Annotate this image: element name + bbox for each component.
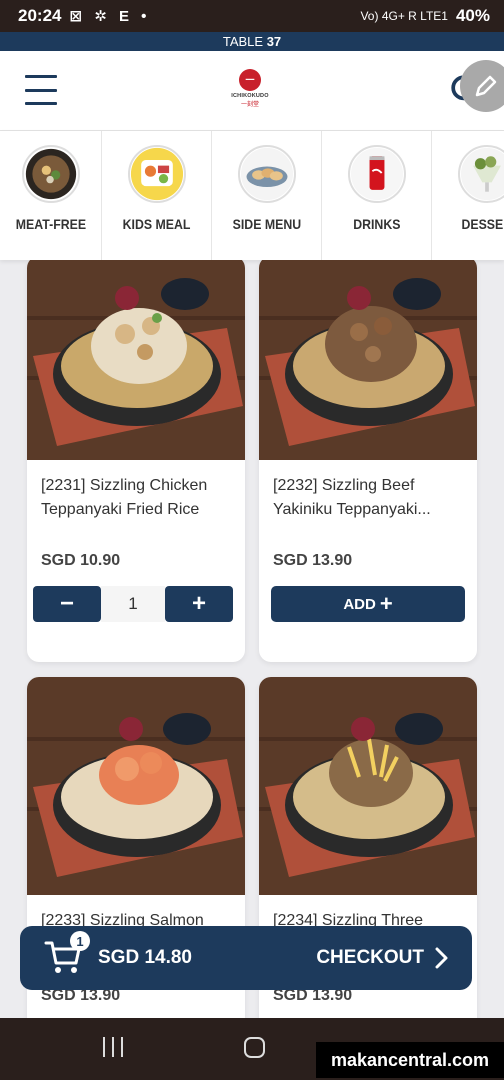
table-banner: TABLE 37 (0, 32, 504, 51)
product-title: [2232] Sizzling Beef Yakiniku Teppanyaki… (273, 477, 431, 518)
quantity-value: 1 (101, 586, 165, 622)
cart-count-badge: 1 (70, 931, 90, 951)
product-grid: [2231] Sizzling Chicken Teppanyaki Fried… (0, 260, 504, 1020)
cola-can-icon (347, 145, 406, 203)
status-time: 20:24 (18, 6, 62, 25)
recents-icon[interactable] (103, 1037, 123, 1057)
product-card[interactable]: [2231] Sizzling Chicken Teppanyaki Fried… (27, 260, 245, 662)
logo-subtext: 一刻堂 (240, 102, 259, 108)
cart-button[interactable]: 1 (44, 931, 90, 977)
gyoza-icon (237, 145, 296, 203)
battery-percent: 40% (455, 6, 490, 25)
category-label: KIDS MEAL (122, 216, 191, 232)
watermark: makancentral.com (316, 1042, 504, 1078)
product-title: [2231] Sizzling Chicken Teppanyaki Fried… (41, 477, 208, 518)
brand-logo[interactable]: 一 ICHIKOKUDO 一刻堂 (225, 69, 275, 113)
category-desserts[interactable]: DESSER (432, 131, 504, 260)
category-side-menu[interactable]: SIDE MENU (212, 131, 322, 260)
checkout-bar[interactable]: 1 SGD 14.80 CHECKOUT (20, 926, 472, 990)
category-kids-meal[interactable]: KIDS MEAL (102, 131, 212, 260)
category-strip: MEAT-FREE KIDS MEAL SIDE MENU DRINKS DES… (0, 131, 504, 260)
product-image[interactable] (259, 260, 477, 460)
plus-icon: + (379, 591, 393, 616)
product-image[interactable] (27, 677, 245, 895)
status-notification-icons: ⊠ ✲ E • (69, 8, 151, 25)
app-header: 一 ICHIKOKUDO 一刻堂 (0, 51, 504, 131)
logo-emblem-icon: 一 (239, 69, 261, 91)
edit-fab-button[interactable] (460, 60, 504, 112)
category-label: SIDE MENU (232, 216, 301, 232)
product-image[interactable] (259, 677, 477, 895)
kids-plate-icon (127, 145, 186, 203)
parfait-icon (457, 145, 504, 203)
home-icon[interactable] (244, 1037, 265, 1058)
network-status: Vo) 4G+ R LTE1 (360, 9, 448, 23)
bowl-icon (21, 145, 80, 203)
category-meat-free[interactable]: MEAT-FREE (0, 131, 102, 260)
table-prefix: TABLE (222, 34, 264, 49)
product-price: SGD 13.90 (273, 552, 353, 569)
product-image[interactable] (27, 260, 245, 460)
menu-icon[interactable] (25, 75, 57, 105)
pencil-icon (475, 75, 497, 97)
checkout-button-label[interactable]: CHECKOUT (316, 947, 424, 969)
product-card[interactable]: [2232] Sizzling Beef Yakiniku Teppanyaki… (259, 260, 477, 662)
table-number: 37 (266, 34, 282, 49)
cart-total: SGD 14.80 (98, 947, 192, 968)
category-label: MEAT-FREE (15, 216, 86, 232)
chevron-right-icon (435, 947, 448, 969)
category-drinks[interactable]: DRINKS (322, 131, 432, 260)
add-label: ADD (343, 595, 376, 613)
category-label: DESSER (461, 216, 504, 232)
quantity-stepper: − 1 + (33, 586, 233, 622)
status-bar: 20:24 ⊠ ✲ E • Vo) 4G+ R LTE1 40% (0, 0, 504, 32)
category-label: DRINKS (352, 216, 401, 232)
decrement-button[interactable]: − (33, 586, 101, 622)
product-price: SGD 10.90 (41, 552, 121, 569)
add-to-cart-button[interactable]: ADD + (271, 586, 465, 622)
increment-button[interactable]: + (165, 586, 233, 622)
